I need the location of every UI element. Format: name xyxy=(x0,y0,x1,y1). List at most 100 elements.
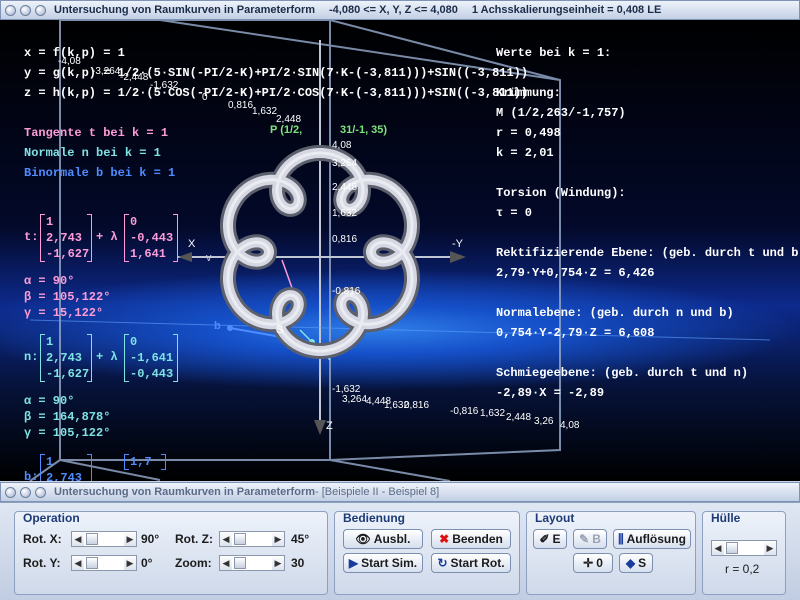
b-point-y: 2,743 xyxy=(46,471,83,481)
layout-zero-label: 0 xyxy=(596,556,603,570)
window-titlebar[interactable]: Untersuchung von Raumkurven in Parameter… xyxy=(0,0,800,20)
panel-maximize-button[interactable] xyxy=(35,486,46,498)
arrow-left-icon[interactable]: ◀ xyxy=(220,556,232,570)
rot-x-label: Rot. X: xyxy=(23,532,62,546)
tick-y-1: -4,08 xyxy=(58,56,81,67)
start-sim-button[interactable]: ▶ Start Sim. xyxy=(343,553,423,573)
rot-z-label: Rot. Z: xyxy=(175,532,213,546)
plot-area[interactable]: x = f(k,p) = 1 y = g(k,p) = 1/2·(5·SIN(-… xyxy=(0,20,800,481)
osculating-plane-equation: -2,89·X = -2,89 xyxy=(496,386,605,400)
formula-z: z = h(k,p) = 1/2·(5·COS(-PI/2-K)+PI/2·CO… xyxy=(24,86,529,100)
b-point-x: 1 xyxy=(46,455,54,469)
tick-y-5: 0 xyxy=(202,92,208,103)
arrow-right-icon[interactable]: ▶ xyxy=(272,556,284,570)
arrow-right-icon[interactable]: ▶ xyxy=(764,541,776,555)
curvature-value: k = 2,01 xyxy=(496,146,554,160)
axis-label-z: Z xyxy=(326,420,333,432)
arrow-right-icon[interactable]: ▶ xyxy=(124,532,136,546)
layout-s-button[interactable]: ◆ S xyxy=(619,553,653,573)
maximize-button[interactable] xyxy=(35,4,46,16)
arrow-left-icon[interactable]: ◀ xyxy=(72,556,84,570)
ausblenden-button[interactable]: 👁 Ausbl. xyxy=(343,529,423,549)
rot-x-value: 90° xyxy=(141,532,160,546)
rot-z-slider[interactable]: ◀ ▶ xyxy=(219,531,285,547)
arrow-left-icon[interactable]: ◀ xyxy=(220,532,232,546)
arrow-left-icon[interactable]: ◀ xyxy=(712,541,724,555)
ausblenden-label: Ausbl. xyxy=(373,532,411,546)
normal-plane-equation: 0,754·Y-2,79·Z = 6,608 xyxy=(496,326,655,340)
window-menu-button[interactable] xyxy=(5,4,16,16)
t-dir-matrix: 0 -0,443 1,641 xyxy=(124,214,178,262)
slider-thumb[interactable] xyxy=(234,557,246,569)
panel-minimize-button[interactable] xyxy=(20,486,31,498)
rot-z-value: 45° xyxy=(291,532,310,546)
n-alpha: α = 90° xyxy=(24,394,75,408)
layout-e-label: E xyxy=(552,532,561,546)
zoom-slider[interactable]: ◀ ▶ xyxy=(219,555,285,571)
n-point-z: -1,627 xyxy=(46,367,90,381)
arrow-left-icon[interactable]: ◀ xyxy=(72,532,84,546)
axis-range-text: -4,080 <= X, Y, Z <= 4,080 xyxy=(329,4,458,16)
n-dir-y: -1,641 xyxy=(130,351,174,365)
rot-y-label: Rot. Y: xyxy=(23,556,61,570)
aufloesung-button[interactable]: ⫼ Auflösung xyxy=(613,529,691,549)
osculating-plane-label: Schmiegeebene: (geb. durch t und n) xyxy=(496,366,749,380)
t-point-x: 1 xyxy=(46,215,54,229)
start-rot-label: Start Rot. xyxy=(450,556,505,570)
huelle-title: Hülle xyxy=(711,511,741,525)
slider-thumb[interactable] xyxy=(234,533,246,545)
huelle-group: Hülle ◀ ▶ r = 0,2 xyxy=(702,511,786,595)
t-gamma: γ = 15,122° xyxy=(24,306,104,320)
axis-marker-b: b xyxy=(214,320,221,332)
n-point-matrix: 1 2,743 -1,627 xyxy=(40,334,92,382)
slider-thumb[interactable] xyxy=(86,533,98,545)
pen-icon: ✐ xyxy=(539,532,550,546)
n-dir-z: -0,443 xyxy=(130,367,174,381)
panel-subtitle: - [Beispiele II - Beispiel 8] xyxy=(315,486,440,498)
huelle-radius: r = 0,2 xyxy=(725,562,760,576)
rot-x-slider[interactable]: ◀ ▶ xyxy=(71,531,137,547)
slider-thumb[interactable] xyxy=(726,542,738,554)
bedienung-group: Bedienung 👁 Ausbl. ✖ Beenden ▶ Start Sim. ↻… xyxy=(334,511,520,595)
axis-label-x: X xyxy=(188,238,196,250)
layout-zero-button[interactable]: ✛ 0 xyxy=(573,553,613,573)
t-alpha: α = 90° xyxy=(24,274,75,288)
aufloesung-label: Auflösung xyxy=(626,532,686,546)
arrow-right-icon[interactable]: ▶ xyxy=(124,556,136,570)
tick-z-5: 0,816 xyxy=(332,234,358,245)
rotate-icon: ↻ xyxy=(437,556,448,570)
crosshair-icon: ✛ xyxy=(583,556,594,570)
tick-z-2: 3,264 xyxy=(332,158,358,169)
t-dir-x: 0 xyxy=(130,215,138,229)
tick-y-3: -2,448 xyxy=(120,72,149,83)
huelle-slider[interactable]: ◀ ▶ xyxy=(711,540,777,556)
layout-b-button[interactable]: ✎ B xyxy=(573,529,607,549)
torsion-value: τ = 0 xyxy=(496,206,533,220)
layout-e-button[interactable]: ✐ E xyxy=(533,529,567,549)
rect-plane-label: Rektifizierende Ebene: (geb. durch t und… xyxy=(496,246,800,260)
play-icon: ▶ xyxy=(348,556,359,570)
bedienung-title: Bedienung xyxy=(343,511,405,525)
arrow-right-icon[interactable]: ▶ xyxy=(272,532,284,546)
start-rot-button[interactable]: ↻ Start Rot. xyxy=(431,553,511,573)
t-plus-lambda: + λ xyxy=(96,230,118,244)
tick-b-9: 4,08 xyxy=(560,420,580,431)
n-beta: β = 164,878° xyxy=(24,410,111,424)
slider-thumb[interactable] xyxy=(86,557,98,569)
rot-y-slider[interactable]: ◀ ▶ xyxy=(71,555,137,571)
shape-icon: ◆ xyxy=(625,556,636,570)
n-dir-matrix: 0 -1,641 -0,443 xyxy=(124,334,178,382)
axis-marker-s: S xyxy=(276,324,284,336)
start-sim-label: Start Sim. xyxy=(361,556,418,570)
beenden-button[interactable]: ✖ Beenden xyxy=(431,529,511,549)
tick-z-6: -0,816 xyxy=(332,286,361,297)
tick-y-2: -3,264 xyxy=(92,66,121,77)
tick-z-4: 1,632 xyxy=(332,208,358,219)
panel-menu-button[interactable] xyxy=(5,486,16,498)
layout-title: Layout xyxy=(535,511,575,525)
t-point-matrix: 1 2,743 -1,627 xyxy=(40,214,92,262)
b-point-matrix: 1 2,743 xyxy=(40,454,92,481)
layout-s-label: S xyxy=(638,556,647,570)
minimize-button[interactable] xyxy=(20,4,31,16)
panel-titlebar[interactable]: Untersuchung von Raumkurven in Parameter… xyxy=(0,482,800,502)
